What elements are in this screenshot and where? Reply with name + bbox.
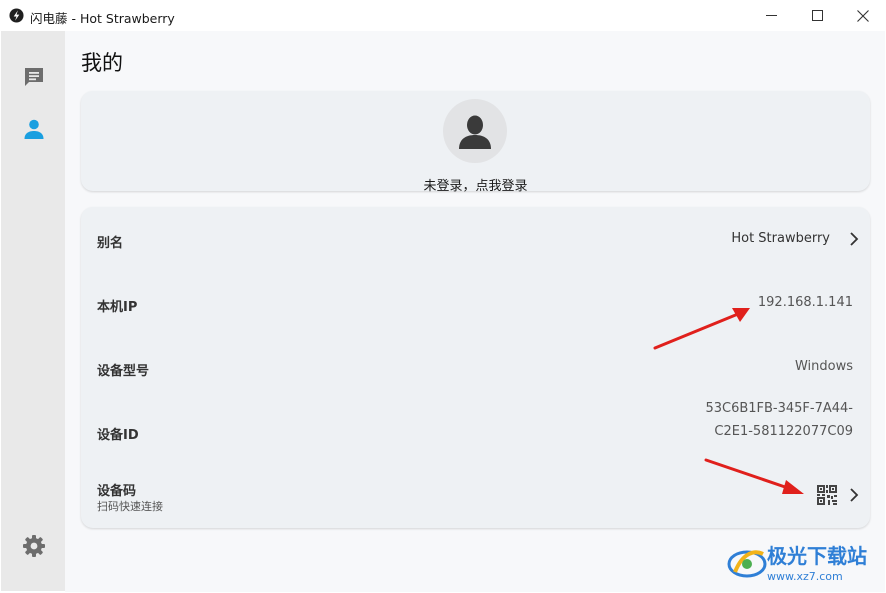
maximize-button[interactable] <box>794 0 840 31</box>
ip-label: 本机IP <box>97 300 138 315</box>
alias-label: 别名 <box>97 236 124 251</box>
minimize-icon <box>765 15 777 16</box>
settings-button[interactable] <box>21 533 47 559</box>
sidebar <box>1 31 65 591</box>
close-button[interactable] <box>840 0 886 31</box>
chat-icon <box>25 68 43 86</box>
app-logo-icon <box>9 8 24 23</box>
device-id-value: 53C6B1FB-345F-7A44- C2E1-581122077C09 <box>705 397 853 443</box>
close-icon <box>857 9 869 22</box>
sidebar-item-profile[interactable] <box>21 116 47 142</box>
person-icon <box>24 119 44 139</box>
annotation-arrow-ip <box>653 308 750 350</box>
title-bar: 闪电藤 - Hot Strawberry <box>0 0 886 31</box>
device-id-line-1: 53C6B1FB-345F-7A44- <box>705 401 853 416</box>
chevron-right-icon <box>850 232 859 246</box>
device-code-label: 设备码 <box>97 484 137 499</box>
user-silhouette-icon <box>459 115 491 149</box>
avatar[interactable] <box>443 99 507 163</box>
model-label: 设备型号 <box>97 364 150 379</box>
device-code-subtitle: 扫码快速连接 <box>97 500 163 513</box>
device-id-label: 设备ID <box>97 428 139 443</box>
model-value: Windows <box>794 359 853 374</box>
annotation-arrow-qr <box>704 458 804 494</box>
watermark: 极光下载站 www.xz7.com <box>727 540 877 588</box>
sidebar-item-messages[interactable] <box>21 64 47 90</box>
page-title: 我的 <box>81 51 123 75</box>
watermark-url: www.xz7.com <box>767 570 843 583</box>
window-title: 闪电藤 - Hot Strawberry <box>30 11 175 26</box>
main-content: 我的 未登录，点我登录 别名 Hot Strawberry 本机IP 192.1… <box>65 31 885 592</box>
device-id-line-2: C2E1-581122077C09 <box>714 424 853 439</box>
minimize-button[interactable] <box>748 0 794 31</box>
alias-value: Hot Strawberry <box>731 231 830 246</box>
qr-code-icon <box>817 485 837 505</box>
watermark-logo-icon <box>727 550 767 578</box>
maximize-icon <box>811 10 823 21</box>
ip-value: 192.168.1.141 <box>757 295 853 310</box>
login-prompt[interactable]: 未登录，点我登录 <box>81 175 870 194</box>
gear-icon <box>23 535 45 557</box>
profile-card[interactable]: 未登录，点我登录 <box>81 91 870 194</box>
chevron-right-icon <box>850 488 859 502</box>
watermark-text: 极光下载站 <box>767 544 867 568</box>
